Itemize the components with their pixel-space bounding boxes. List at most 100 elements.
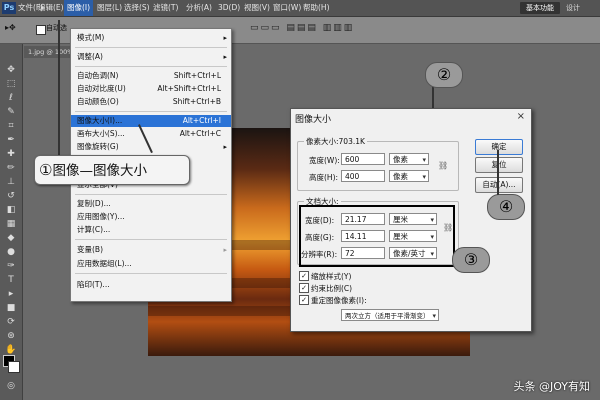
constrain-proportions-label: 约束比例(C) [311, 284, 353, 293]
menu-layer[interactable]: 图层(L) [97, 0, 122, 16]
menu-window[interactable]: 窗口(W) [273, 0, 301, 16]
pixel-height-input[interactable]: 400 [341, 170, 385, 182]
menu-analysis[interactable]: 分析(A) [186, 0, 212, 16]
photoshop-logo: Ps [2, 2, 16, 14]
scale-styles-checkbox[interactable]: ✓ [299, 271, 309, 281]
resolution-label: 分辨率(R): [301, 250, 338, 259]
image-size-dialog: 图像大小 × 像素大小:703.1K 宽度(W): 600 像素 ▾ 高度(H):… [290, 108, 532, 332]
lasso-tool-icon[interactable]: ℓ [4, 92, 18, 104]
healing-brush-icon[interactable]: ✚ [4, 148, 18, 160]
align-icons[interactable]: ▭▭▭ ▤▤▤ ▥▥▥ [250, 23, 354, 33]
resolution-input[interactable]: 72 [341, 247, 385, 259]
eraser-tool-icon[interactable]: ◧ [4, 204, 18, 216]
stamp-tool-icon[interactable]: ⊥ [4, 176, 18, 188]
auto-select-label: 自动选 [46, 24, 67, 32]
workspace-design-link[interactable]: 设计 [566, 0, 580, 16]
marquee-tool-icon[interactable]: ⬚ [4, 78, 18, 90]
crop-tool-icon[interactable]: ⌗ [4, 120, 18, 132]
annotation-callout-image-size: ①图像—图像大小 [34, 155, 190, 185]
doc-height-label: 高度(G): [305, 233, 335, 242]
scale-styles-label: 缩放样式(Y) [311, 272, 352, 281]
menu-edit[interactable]: 编辑(E) [38, 0, 64, 16]
background-color-swatch[interactable] [8, 361, 20, 373]
menu-item-canvas-size[interactable]: 画布大小(S)... Alt+Ctrl+C [71, 128, 231, 140]
menu-item-apply-data-set: 应用数据组(L)... [77, 259, 132, 268]
pixel-width-unit-select[interactable]: 像素 ▾ [389, 153, 429, 165]
menu-item-variables: 变量(B) ▸ [77, 245, 227, 254]
shape-tool-icon[interactable]: ■ [4, 302, 18, 314]
resolution-unit-select[interactable]: 像素/英寸 ▾ [389, 247, 437, 259]
resample-method-select[interactable]: 两次立方（适用于平滑渐变） ▾ [341, 309, 439, 321]
pixel-height-unit-select[interactable]: 像素 ▾ [389, 170, 429, 182]
gradient-tool-icon[interactable]: ▦ [4, 218, 18, 230]
constrain-proportions-checkbox[interactable]: ✓ [299, 283, 309, 293]
dodge-tool-icon[interactable]: ● [4, 246, 18, 258]
type-tool-icon[interactable]: T [4, 274, 18, 286]
menu-separator [75, 66, 227, 67]
3d-camera-icon[interactable]: ⊛ [4, 330, 18, 342]
pixel-dimensions-title: 像素大小:703.1K [304, 136, 367, 147]
menu-item-trap: 陷印(T)... [77, 280, 110, 289]
menu-view[interactable]: 视图(V) [244, 0, 270, 16]
close-icon[interactable]: × [517, 111, 525, 122]
annotation-badge-2: ② [425, 62, 463, 88]
menu-separator [75, 194, 227, 195]
menu-item-duplicate[interactable]: 复制(D)... [71, 198, 231, 210]
auto-button[interactable]: 自动(A)... [475, 177, 523, 193]
resample-label: 重定图像像素(I): [311, 296, 367, 305]
menu-filter[interactable]: 滤镜(T) [153, 0, 178, 16]
quick-select-icon[interactable]: ✎ [4, 106, 18, 118]
chain-link-icon: ⛓ [443, 223, 454, 232]
menu-item-apply-image[interactable]: 应用图像(Y)... [71, 211, 231, 223]
width-label: 宽度(W): [309, 156, 340, 165]
menu-item-auto-color[interactable]: 自动颜色(O) Shift+Ctrl+B [71, 96, 231, 108]
menu-help[interactable]: 帮助(H) [303, 0, 330, 16]
ok-button[interactable]: 确定 [475, 139, 523, 155]
auto-select-checkbox[interactable] [36, 25, 46, 35]
chain-link-icon: ⛓ [438, 161, 449, 170]
move-tool-icon[interactable]: ▸✥ [5, 23, 27, 35]
menu-separator [75, 239, 227, 240]
doc-width-unit-select[interactable]: 厘米 ▾ [389, 213, 437, 225]
3d-rotate-icon[interactable]: ⟳ [4, 316, 18, 328]
leader-line [432, 86, 434, 108]
blur-tool-icon[interactable]: ◆ [4, 232, 18, 244]
leader-line [58, 20, 60, 155]
menu-separator [75, 273, 227, 274]
menu-item-calculations[interactable]: 计算(C)... [71, 224, 231, 236]
height-label: 高度(H): [309, 173, 339, 182]
workspace-basic-button[interactable]: 基本功能 [520, 2, 560, 14]
doc-width-label: 宽度(D): [305, 216, 335, 225]
annotation-badge-3: ③ [452, 247, 490, 273]
doc-height-input[interactable]: 14.11 [341, 230, 385, 242]
menu-separator [75, 47, 227, 48]
doc-width-input[interactable]: 21.17 [341, 213, 385, 225]
watermark: 头条 @JOY有知 [513, 380, 590, 393]
menu-select[interactable]: 选择(S) [124, 0, 150, 16]
annotation-badge-4: ④ [487, 194, 525, 220]
menu-item-image-size[interactable]: 图像大小(I)... Alt+Ctrl+I [71, 115, 231, 127]
menu-item-auto-contrast[interactable]: 自动对比度(U) Alt+Shift+Ctrl+L [71, 83, 231, 95]
menu-3d[interactable]: 3D(D) [218, 0, 240, 16]
resample-checkbox[interactable]: ✓ [299, 295, 309, 305]
menu-item-mode[interactable]: 模式(M) ▸ [71, 32, 231, 44]
menu-item-adjust[interactable]: 调整(A) ▸ [71, 51, 231, 63]
pixel-dimensions-group: 像素大小:703.1K [297, 136, 459, 191]
brush-tool-icon[interactable]: ✏ [4, 162, 18, 174]
quick-mask-icon[interactable]: ◎ [4, 380, 18, 392]
menu-item-auto-tone[interactable]: 自动色调(N) Shift+Ctrl+L [71, 70, 231, 82]
doc-height-unit-select[interactable]: 厘米 ▾ [389, 230, 437, 242]
reset-button[interactable]: 复位 [475, 157, 523, 173]
menu-image[interactable]: 图像(I) [64, 0, 94, 16]
leader-line [497, 150, 499, 195]
menu-bar: Ps 文件(F) 编辑(E) 图像(I) 图层(L) 选择(S) 滤镜(T) 分… [0, 0, 600, 17]
dialog-title: 图像大小 [295, 115, 332, 125]
eyedropper-icon[interactable]: ✒ [4, 134, 18, 146]
history-brush-icon[interactable]: ↺ [4, 190, 18, 202]
pixel-width-input[interactable]: 600 [341, 153, 385, 165]
tools-panel: ✥ ⬚ ℓ ✎ ⌗ ✒ ✚ ✏ ⊥ ↺ ◧ ▦ ◆ ● ✑ T ▸ ■ ⟳ ⊛ … [0, 44, 23, 400]
pen-tool-icon[interactable]: ✑ [4, 260, 18, 272]
menu-separator [75, 111, 227, 112]
path-select-icon[interactable]: ▸ [4, 288, 18, 300]
move-tool-icon[interactable]: ✥ [4, 64, 18, 76]
